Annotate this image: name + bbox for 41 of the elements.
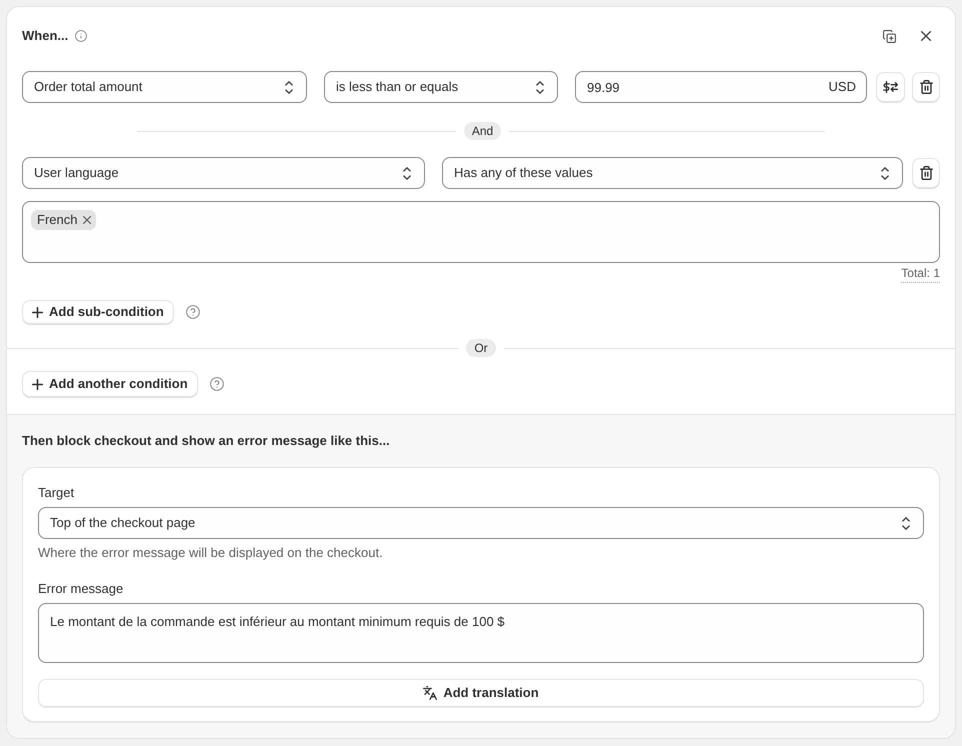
connector-label: Or <box>466 339 496 357</box>
tags-field[interactable]: French <box>22 201 940 263</box>
operator-select[interactable]: is less than or equals <box>324 71 558 103</box>
field-select[interactable]: User language <box>22 157 425 189</box>
section-title: When... <box>22 27 68 46</box>
chevron-up-down-icon <box>902 516 910 530</box>
currency-swap-button[interactable] <box>876 72 905 102</box>
tag-label: French <box>37 211 78 230</box>
help-icon <box>186 305 200 319</box>
plus-icon <box>32 378 43 390</box>
delete-button[interactable] <box>912 158 940 188</box>
error-message-label: Error message <box>38 581 124 597</box>
total-count: Total: 1 <box>901 265 940 283</box>
chevron-up-down-icon <box>285 80 293 94</box>
help-icon <box>210 377 224 391</box>
remove-tag-button[interactable] <box>82 216 92 224</box>
info-icon <box>75 30 88 42</box>
error-message-field[interactable]: Le montant de la commande est inférieur au montant minimum requis de 100 $ <box>38 603 924 663</box>
add-condition-button[interactable]: Add another condition <box>22 371 198 397</box>
field-select[interactable]: Order total amount <box>22 71 307 103</box>
connector-label: And <box>464 122 502 140</box>
dollar-arrows-icon <box>883 81 898 93</box>
translate-icon <box>423 686 438 700</box>
chevron-up-down-icon <box>403 166 411 180</box>
target-label: Target <box>38 485 76 501</box>
close-icon <box>921 31 931 41</box>
target-select[interactable]: Top of the checkout page <box>38 507 924 539</box>
operator-select[interactable]: Has any of these values <box>442 157 903 189</box>
delete-button[interactable] <box>912 72 940 102</box>
help-text: Where the error message will be displayed on the checkout. <box>38 545 384 561</box>
add-translation-button[interactable]: Add translation <box>38 679 924 707</box>
trash-icon <box>920 80 932 94</box>
section-title: Then block checkout and show an error message like this... <box>22 433 391 449</box>
chevron-up-down-icon <box>881 166 889 180</box>
duplicate-icon <box>882 30 896 42</box>
trash-icon <box>920 166 932 180</box>
close-icon <box>82 216 91 224</box>
add-sub-condition-button[interactable]: Add sub-condition <box>22 300 174 324</box>
plus-icon <box>32 306 43 318</box>
currency-label: USD <box>828 79 856 95</box>
chevron-up-down-icon <box>536 80 544 94</box>
